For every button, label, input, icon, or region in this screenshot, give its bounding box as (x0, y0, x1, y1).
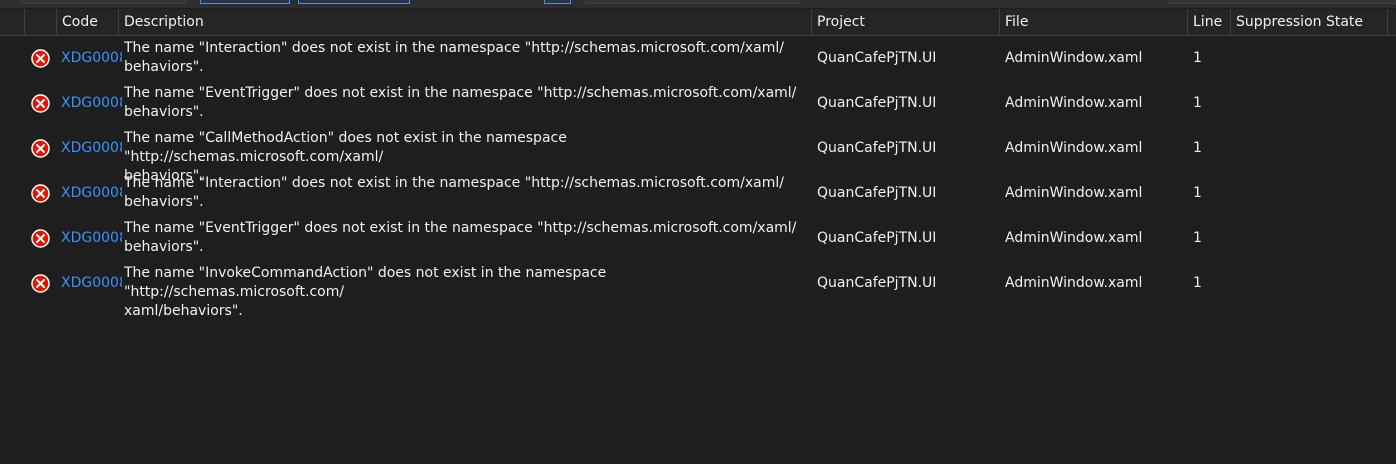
error-description: The name "EventTrigger" does not exist i… (124, 220, 797, 255)
toolbar-filter-button[interactable] (544, 0, 571, 4)
error-project: QuanCafePjTN.UI (817, 140, 937, 156)
table-row[interactable]: XDG0008 The name "CallMethodAction" does… (0, 126, 1396, 184)
error-line: 1 (1193, 275, 1202, 291)
table-row[interactable]: XDG0008 The name "EventTrigger" does not… (0, 216, 1396, 261)
error-code-link[interactable]: XDG0008 (61, 139, 122, 158)
error-line: 1 (1193, 95, 1202, 111)
column-header-line[interactable]: Line (1187, 9, 1231, 35)
error-icon (31, 184, 50, 203)
error-icon (31, 49, 50, 68)
error-project: QuanCafePjTN.UI (817, 50, 937, 66)
table-row[interactable]: XDG0008 The name "InvokeCommandAction" d… (0, 261, 1396, 319)
column-header-code[interactable]: Code (56, 9, 118, 35)
column-header-icon[interactable]: ⁝ (24, 9, 57, 35)
error-file: AdminWindow.xaml (1005, 95, 1143, 111)
error-code-link[interactable]: XDG0008 (61, 49, 122, 68)
error-icon (31, 274, 50, 293)
table-row[interactable]: XDG0008 The name "Interaction" does not … (0, 171, 1396, 216)
error-line: 1 (1193, 230, 1202, 246)
error-code-link[interactable]: XDG0008 (61, 229, 122, 248)
toolbar-messages-filter[interactable] (420, 0, 538, 4)
error-code-link[interactable]: XDG0008 (61, 184, 122, 203)
error-icon (31, 139, 50, 158)
toolbar-search-input[interactable] (1168, 0, 1396, 4)
error-code-link[interactable]: XDG0008 (61, 94, 122, 113)
error-project: QuanCafePjTN.UI (817, 230, 937, 246)
error-description: The name "InvokeCommandAction" does not … (124, 265, 607, 319)
error-line: 1 (1193, 50, 1202, 66)
error-project: QuanCafePjTN.UI (817, 275, 937, 291)
toolbar (0, 0, 1396, 8)
table-row[interactable]: XDG0008 The name "Interaction" does not … (0, 36, 1396, 81)
error-line: 1 (1193, 185, 1202, 201)
column-header-suppression-state[interactable]: Suppression State (1230, 9, 1388, 35)
error-description: The name "Interaction" does not exist in… (124, 40, 784, 75)
error-description: The name "Interaction" does not exist in… (124, 175, 784, 210)
toolbar-build-dropdown[interactable] (585, 0, 800, 4)
error-file: AdminWindow.xaml (1005, 230, 1143, 246)
error-line: 1 (1193, 140, 1202, 156)
error-description: The name "EventTrigger" does not exist i… (124, 85, 797, 120)
error-file: AdminWindow.xaml (1005, 50, 1143, 66)
error-icon (31, 94, 50, 113)
toolbar-dropdown[interactable] (20, 0, 186, 4)
table-row[interactable]: XDG0008 The name "EventTrigger" does not… (0, 81, 1396, 126)
column-header-file[interactable]: File (999, 9, 1187, 35)
column-header-description[interactable]: Description (118, 9, 812, 35)
error-project: QuanCafePjTN.UI (817, 95, 937, 111)
error-icon (31, 229, 50, 248)
error-code-link[interactable]: XDG0008 (61, 274, 122, 293)
error-list-header: ⁝ Code Description Project File Line Sup… (0, 9, 1396, 36)
column-header-project[interactable]: Project (811, 9, 999, 35)
error-file: AdminWindow.xaml (1005, 275, 1143, 291)
toolbar-warnings-filter[interactable] (298, 0, 410, 4)
error-file: AdminWindow.xaml (1005, 185, 1143, 201)
error-file: AdminWindow.xaml (1005, 140, 1143, 156)
error-project: QuanCafePjTN.UI (817, 185, 937, 201)
toolbar-errors-filter[interactable] (200, 0, 290, 4)
